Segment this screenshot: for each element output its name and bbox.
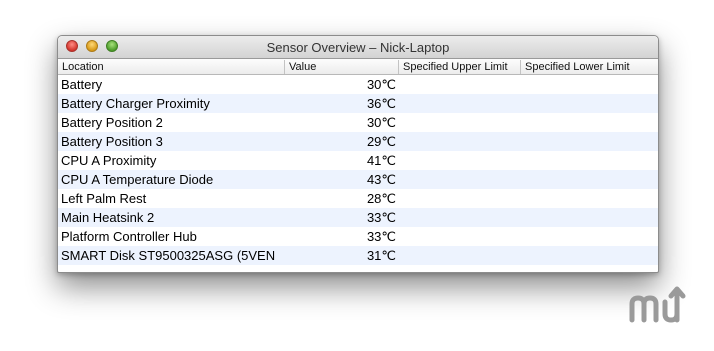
location-cell: Battery Position 2 [61, 115, 163, 130]
value-cell: 41℃ [366, 153, 396, 168]
table-row[interactable]: Battery Charger Proximity 36℃ [58, 94, 658, 113]
value-cell: 31℃ [366, 248, 396, 263]
table-row[interactable]: Left Palm Rest 28℃ [58, 189, 658, 208]
value-cell: 30℃ [366, 77, 396, 92]
value-cell: 33℃ [366, 210, 396, 225]
column-header-upper-limit[interactable]: Specified Upper Limit [398, 60, 520, 74]
table-row[interactable]: Main Heatsink 2 33℃ [58, 208, 658, 227]
screenshot-stage: Sensor Overview – Nick-Laptop Location V… [0, 0, 714, 351]
table-row[interactable]: Battery Position 2 30℃ [58, 113, 658, 132]
value-cell: 43℃ [366, 172, 396, 187]
window-title: Sensor Overview – Nick-Laptop [266, 40, 450, 55]
title-bar[interactable]: Sensor Overview – Nick-Laptop [58, 36, 658, 59]
column-header-location[interactable]: Location [58, 60, 284, 74]
location-cell: CPU A Temperature Diode [61, 172, 214, 187]
macupdate-logo-icon [629, 286, 686, 323]
value-cell: 28℃ [366, 191, 396, 206]
table-row[interactable]: Battery 30℃ [58, 75, 658, 94]
table-row[interactable]: Battery Position 3 29℃ [58, 132, 658, 151]
location-cell: Platform Controller Hub [61, 229, 197, 244]
column-header-value[interactable]: Value [284, 60, 398, 74]
table-row[interactable]: CPU A Temperature Diode 43℃ [58, 170, 658, 189]
sensor-table-body: Battery 30℃ Battery Charger Proximity 36… [58, 75, 658, 265]
location-cell: CPU A Proximity [61, 153, 157, 168]
location-cell: Left Palm Rest [61, 191, 147, 206]
table-row[interactable]: Platform Controller Hub 33℃ [58, 227, 658, 246]
table-row[interactable]: SMART Disk ST9500325ASG (5VEN 31℃ [58, 246, 658, 265]
value-cell: 36℃ [366, 96, 396, 111]
value-cell: 29℃ [366, 134, 396, 149]
column-header-lower-limit[interactable]: Specified Lower Limit [520, 60, 658, 74]
value-cell: 30℃ [366, 115, 396, 130]
value-cell: 33℃ [366, 229, 396, 244]
sensor-overview-window: Sensor Overview – Nick-Laptop Location V… [57, 35, 659, 273]
table-row[interactable]: CPU A Proximity 41℃ [58, 151, 658, 170]
location-cell: SMART Disk ST9500325ASG (5VEN [61, 248, 276, 263]
location-cell: Battery Position 3 [61, 134, 163, 149]
location-cell: Battery Charger Proximity [61, 96, 210, 111]
location-cell: Battery [61, 77, 103, 92]
table-header: Location Value Specified Upper Limit Spe… [58, 59, 658, 75]
location-cell: Main Heatsink 2 [61, 210, 155, 225]
